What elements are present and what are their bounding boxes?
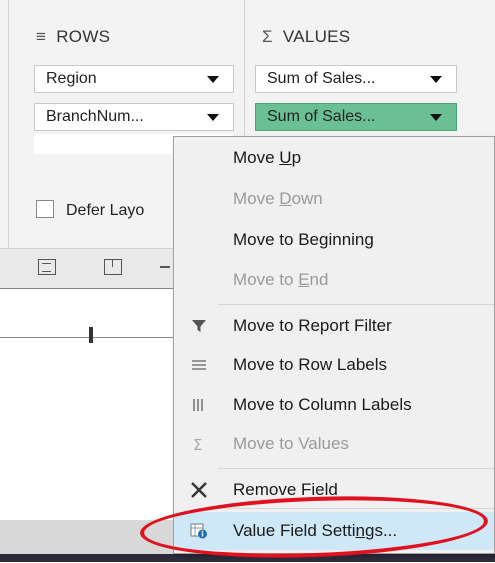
slider-thumb[interactable] (89, 327, 93, 343)
sigma-icon: Σ (262, 27, 273, 46)
menu-separator (218, 468, 494, 469)
pane-edge (8, 0, 9, 258)
remove-x-icon (191, 482, 207, 498)
menu-move-to-row-labels[interactable]: Move to Row Labels (174, 346, 494, 384)
chevron-down-icon[interactable] (430, 76, 442, 83)
defer-layout-checkbox[interactable]: Defer Layo (36, 200, 144, 220)
menu-move-down: Move Down (233, 189, 323, 208)
rows-field-region[interactable]: Region (34, 65, 234, 93)
compact-layout-icon[interactable] (38, 259, 56, 275)
rows-icon (192, 360, 206, 370)
menu-separator (218, 304, 494, 305)
values-field-sum-2[interactable]: Sum of Sales... (255, 103, 457, 131)
chevron-down-icon[interactable] (207, 114, 219, 121)
values-header: Σ VALUES (262, 27, 351, 46)
menu-move-up[interactable]: Move Up (174, 139, 494, 177)
chevron-down-icon[interactable] (207, 76, 219, 83)
menu-move-to-values: Σ Move to Values (174, 425, 494, 463)
filter-icon (192, 320, 206, 332)
slider-track (0, 337, 175, 338)
menu-move-to-report-filter[interactable]: Move to Report Filter (174, 307, 494, 345)
context-menu: Move Up Move Down Move to Beginning Move… (173, 136, 495, 554)
chevron-down-icon[interactable] (430, 114, 442, 121)
columns-icon (193, 399, 203, 411)
svg-text:Σ: Σ (193, 436, 202, 452)
menu-move-to-column-labels[interactable]: Move to Column Labels (174, 386, 494, 424)
split-layout-icon[interactable] (104, 259, 122, 275)
rows-icon: ≡ (36, 27, 47, 46)
menu-move-to-end: Move to End (233, 270, 329, 289)
checkbox[interactable] (36, 200, 54, 218)
rows-field-branchnum[interactable]: BranchNum... (34, 103, 234, 131)
values-field-sum-1[interactable]: Sum of Sales... (255, 65, 457, 93)
rows-header: ≡ ROWS (36, 27, 111, 46)
sigma-icon: Σ (193, 436, 202, 452)
menu-move-to-beginning[interactable]: Move to Beginning (174, 221, 494, 259)
dash-icon[interactable] (160, 266, 170, 268)
